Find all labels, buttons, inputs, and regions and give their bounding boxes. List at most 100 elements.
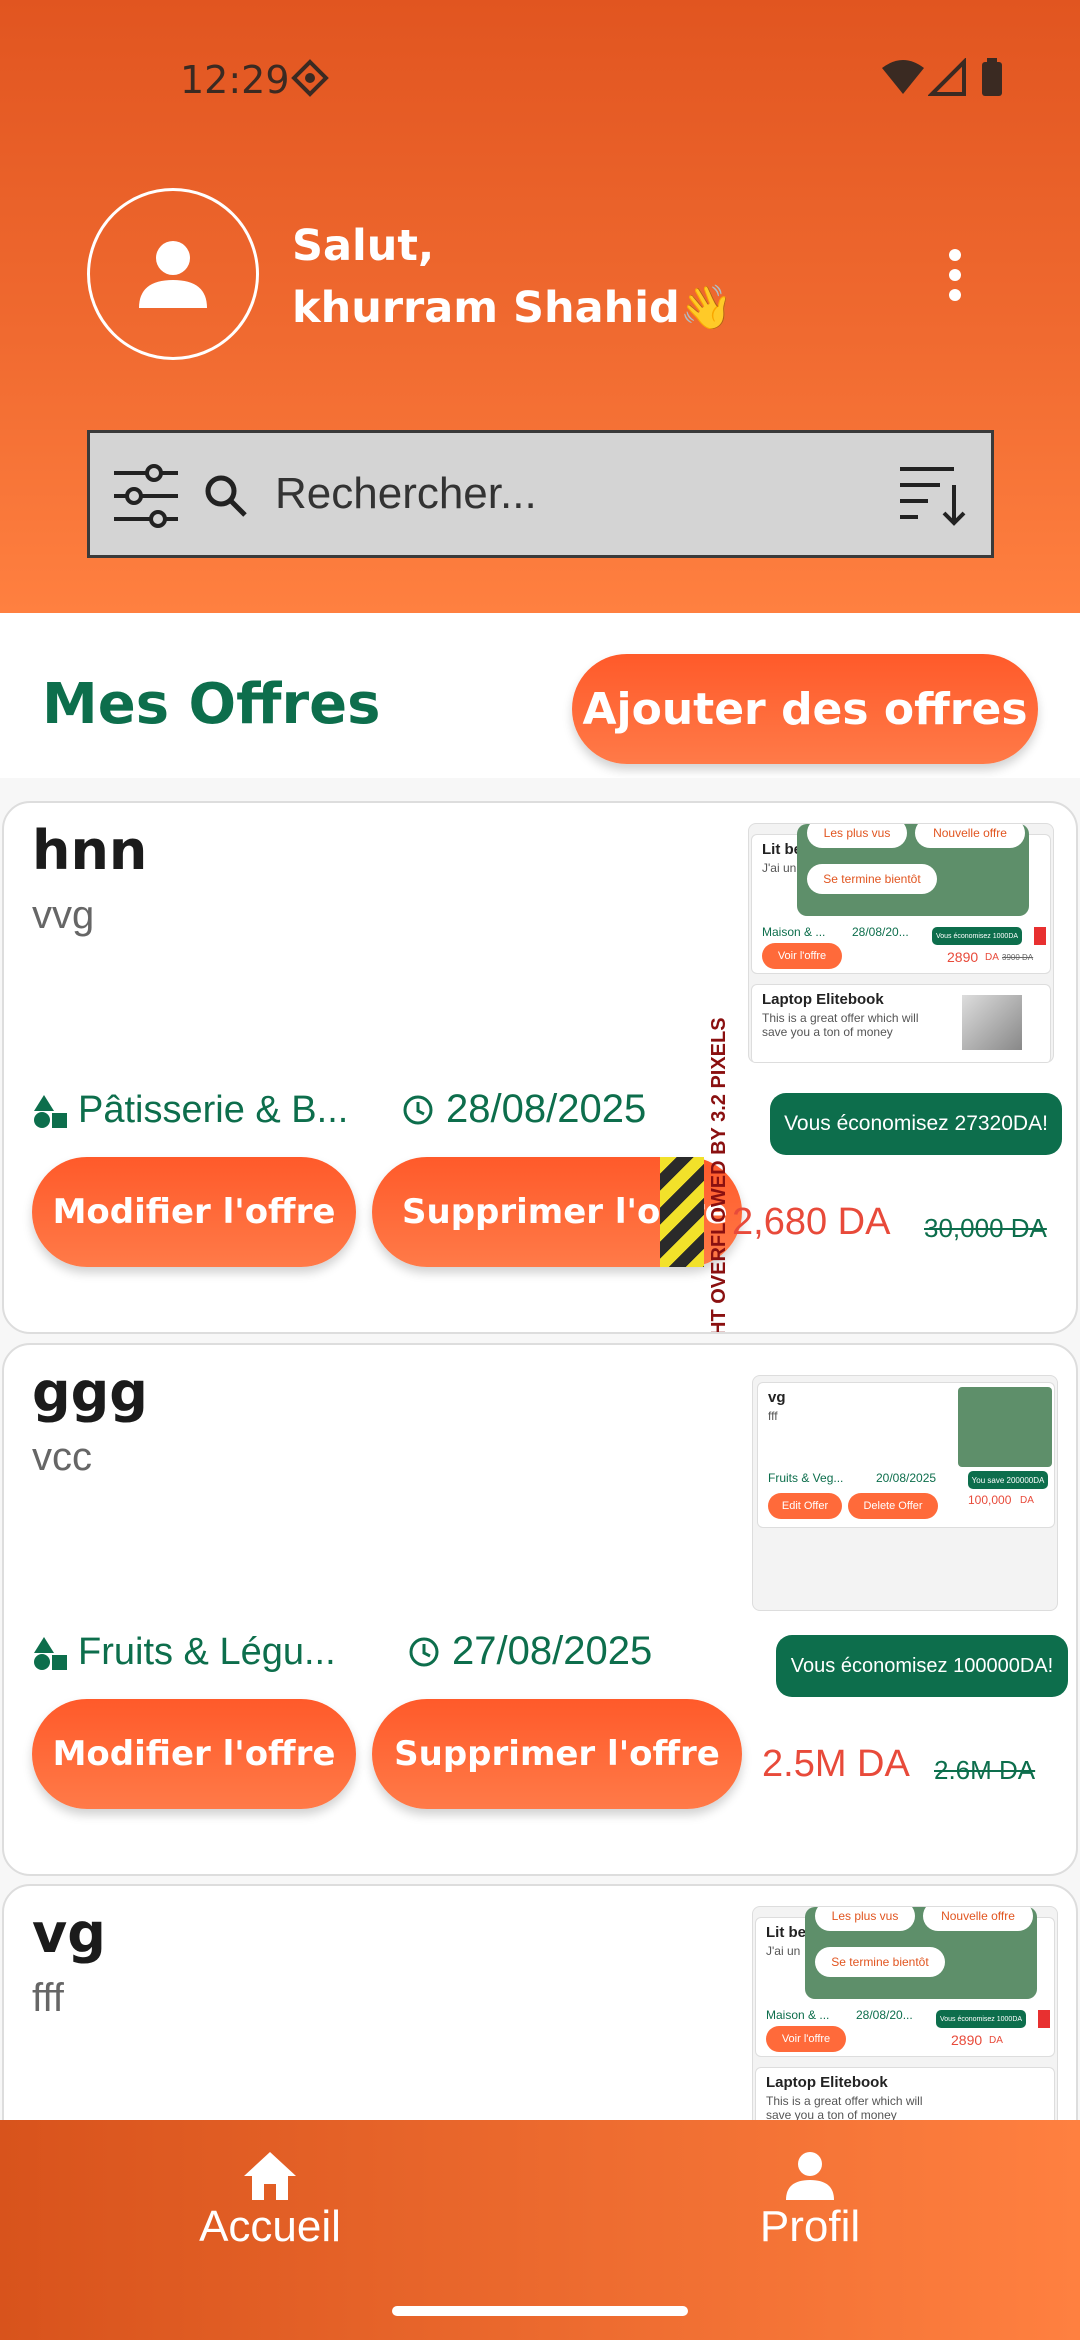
search-bar[interactable]: Rechercher... [87,430,994,558]
preview-chip: Se termine bientôt [807,864,937,894]
avatar[interactable] [87,188,259,360]
bookmark-icon [1034,927,1046,945]
offer-old-price: 2.6M DA [934,1755,1036,1785]
offer-price: 2,680 DA [732,1201,891,1243]
category-icon [34,1094,67,1128]
preview-saving: Vous économisez 1000DA [932,927,1022,945]
category-icon [34,1636,67,1670]
preview-chip: Se termine bientôt [815,1947,945,1977]
more-options-icon[interactable] [940,245,970,305]
preview-chip-group: Les plus vus Nouvelle offre Se termine b… [805,1907,1037,1999]
offer-image: Lit be J'ai un Maison & ... 28/08/20... … [752,1906,1058,2146]
search-icon [203,473,249,524]
edit-offer-button[interactable]: Modifier l'offre [32,1699,356,1809]
greeting: Salut, khurram Shahid👋 [292,215,733,339]
offer-category: Fruits & Légu... [32,1631,336,1674]
search-input[interactable]: Rechercher... [275,469,537,519]
preview-title: Laptop Elitebook [766,2074,888,2091]
nested-preview [958,1387,1052,1467]
status-time: 12:29 [180,58,290,102]
wifi-icon [880,58,926,103]
clock-icon [409,1637,439,1666]
home-icon [244,2152,296,2200]
person-icon [786,2152,834,2200]
add-offer-button[interactable]: Ajouter des offres [572,654,1038,764]
preview-desc: fff [768,1409,778,1423]
preview-edit-button: Edit Offer [768,1493,842,1519]
delete-offer-button[interactable]: Supprimer l'offre [372,1699,742,1809]
saving-badge: Vous économisez 100000DA! [776,1635,1068,1697]
offer-category-label: Pâtisserie & B... [78,1089,349,1131]
preview-delete-button: Delete Offer [848,1493,938,1519]
offer-date: 27/08/2025 [408,1629,652,1674]
bookmark-icon [1038,2010,1050,2028]
app-root: 12:29 Salut, khurram Shahid👋 Rechercher.… [0,0,1080,2340]
preview-price-unit: DA [989,2035,1003,2046]
preview-desc: This is a great offer which will save yo… [766,2094,923,2122]
offer-image: vg fff Fruits & Veg... 20/08/2025 You sa… [752,1375,1058,1611]
offer-date-label: 27/08/2025 [452,1629,653,1673]
offer-title: vg [32,1902,106,1965]
nav-profile[interactable]: Profil [660,2150,960,2252]
preview-date: 28/08/20... [852,925,909,939]
preview-price: 2890 [947,949,979,965]
overflow-warning-stripe [660,1157,704,1267]
preview-title: Lit be [766,1924,806,1941]
preview-category: Maison & ... [762,925,826,939]
offer-old-price: 30,000 DA [924,1213,1047,1243]
preview-chip: Les plus vus [807,824,907,848]
preview-title: Lit be [762,841,802,858]
offer-category: Pâtisserie & B... [32,1089,348,1132]
preview-chip: Les plus vus [815,1907,915,1931]
offer-card[interactable]: hnn vvg Pâtisserie & B... 28/08/2025 Mod… [2,801,1078,1334]
preview-price: 100,000 [968,1493,1012,1507]
offer-subtitle: vvg [32,893,95,937]
offer-title: ggg [32,1361,148,1424]
preview-view-button: Voir l'offre [762,943,842,969]
preview-price-unit: DA [985,952,999,963]
greeting-username: khurram Shahid👋 [292,283,734,333]
preview-category: Fruits & Veg... [768,1471,844,1485]
clock-icon [403,1095,433,1124]
app-status-icon [290,58,330,103]
preview-title: vg [768,1389,786,1406]
person-icon [139,241,207,308]
preview-card: vg fff Fruits & Veg... 20/08/2025 You sa… [757,1382,1055,1528]
saving-badge: Vous économisez 27320DA! [770,1093,1062,1155]
offer-price: 2.5M DA [762,1743,910,1785]
preview-saving: Vous économisez 1000DA [936,2010,1026,2028]
sort-icon[interactable] [898,463,968,532]
preview-price-unit: DA [1020,1495,1034,1506]
nav-home-label: Accueil [199,2202,341,2251]
preview-chip: Nouvelle offre [915,824,1025,848]
preview-date: 20/08/2025 [876,1471,937,1485]
offer-subtitle: vcc [32,1435,92,1479]
preview-chip: Nouvelle offre [923,1907,1033,1931]
preview-category: Maison & ... [766,2008,830,2022]
battery-icon [980,58,1004,103]
preview-saving: You save 200000DA [968,1471,1048,1489]
offer-date: 28/08/2025 [402,1087,646,1132]
preview-date: 28/08/20... [856,2008,913,2022]
offer-image: Lit be J'ai un Maison & ... 28/08/20... … [748,823,1054,1063]
header: 12:29 Salut, khurram Shahid👋 Rechercher.… [0,0,1080,613]
filter-icon[interactable] [110,463,182,534]
preview-desc: This is a great offer which will save yo… [762,1011,919,1039]
gesture-home-indicator[interactable] [392,2306,688,2316]
offer-category-label: Fruits & Légu... [78,1631,336,1673]
offer-title: hnn [32,819,148,882]
preview-card: Laptop Elitebook This is a great offer w… [751,984,1051,1062]
offer-card[interactable]: ggg vcc Fruits & Légu... 27/08/2025 Modi… [2,1343,1078,1876]
preview-view-button: Voir l'offre [766,2026,846,2052]
preview-title: Laptop Elitebook [762,991,884,1008]
signal-icon [927,57,966,103]
offer-subtitle: fff [32,1976,64,2020]
edit-offer-button[interactable]: Modifier l'offre [32,1157,356,1267]
preview-old-price: 3900 DA [1002,953,1034,962]
overflow-warning-text: HT OVERFLOWED BY 3.2 PIXELS [708,1017,730,1334]
preview-chip-group: Les plus vus Nouvelle offre Se termine b… [797,824,1029,916]
nav-profile-label: Profil [759,2202,861,2251]
nav-home[interactable]: Accueil [120,2150,420,2252]
section-title: Mes Offres [42,672,381,737]
offer-date-label: 28/08/2025 [446,1087,647,1131]
